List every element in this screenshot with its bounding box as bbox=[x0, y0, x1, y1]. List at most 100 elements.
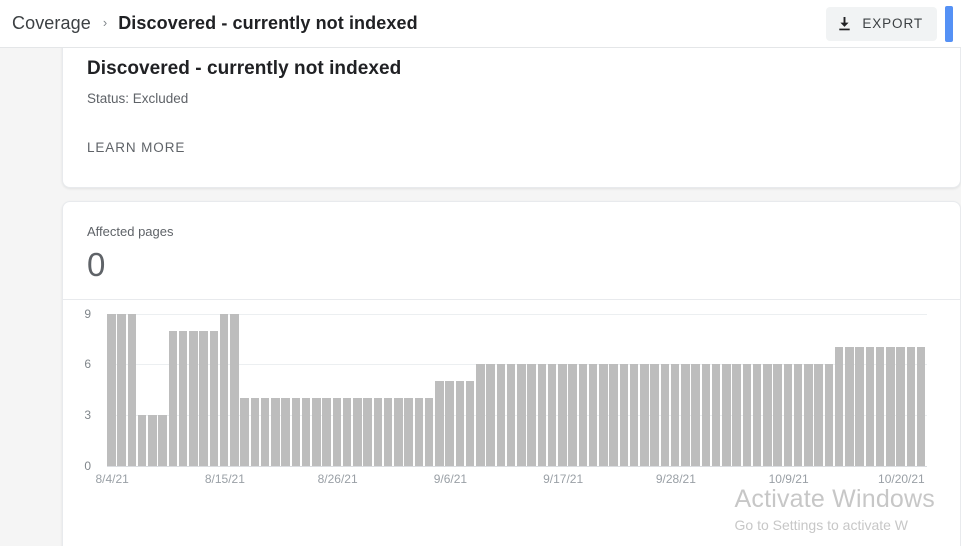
bar[interactable] bbox=[640, 364, 649, 466]
bar[interactable] bbox=[588, 364, 598, 466]
chart-bars[interactable] bbox=[107, 300, 927, 466]
bar[interactable] bbox=[281, 398, 290, 466]
bar[interactable] bbox=[814, 364, 823, 466]
metric-value: 0 bbox=[87, 246, 106, 283]
bar[interactable] bbox=[783, 364, 793, 466]
bar[interactable] bbox=[414, 398, 424, 466]
bar-chart[interactable]: 0 3 6 9 8/4/21 8/15/21 8/26/21 9/6/21 9/17/21 9/… bbox=[63, 300, 960, 546]
x-tick-label: 8/4/21 bbox=[95, 472, 129, 486]
bar[interactable] bbox=[107, 313, 116, 466]
bar[interactable] bbox=[137, 415, 147, 466]
bar[interactable] bbox=[189, 330, 198, 466]
bar[interactable] bbox=[537, 364, 547, 466]
bar[interactable] bbox=[178, 330, 188, 466]
bar[interactable] bbox=[763, 364, 772, 466]
bar[interactable] bbox=[732, 364, 741, 466]
bar[interactable] bbox=[291, 398, 301, 466]
bar[interactable] bbox=[455, 381, 465, 466]
bar[interactable] bbox=[804, 364, 813, 466]
x-tick-label: 9/17/21 bbox=[543, 472, 584, 486]
y-tick-label-0: 0 bbox=[84, 459, 91, 473]
bar[interactable] bbox=[250, 398, 260, 466]
bar[interactable] bbox=[353, 398, 362, 466]
bar[interactable] bbox=[199, 330, 208, 466]
chart-plot-area[interactable]: 0 3 6 9 8/4/21 8/15/21 8/26/21 9/6/21 9/17/21 9/… bbox=[63, 300, 960, 546]
bar[interactable] bbox=[701, 364, 711, 466]
bar[interactable] bbox=[404, 398, 413, 466]
bar[interactable] bbox=[773, 364, 782, 466]
bar[interactable] bbox=[342, 398, 352, 466]
bar[interactable] bbox=[824, 364, 834, 466]
bar[interactable] bbox=[722, 364, 731, 466]
bar[interactable] bbox=[793, 364, 803, 466]
export-button[interactable]: EXPORT bbox=[826, 6, 937, 41]
bar[interactable] bbox=[394, 398, 403, 466]
bar[interactable] bbox=[168, 330, 178, 466]
bar[interactable] bbox=[383, 398, 393, 466]
breadcrumb-link-coverage[interactable]: Coverage bbox=[12, 13, 91, 34]
bar[interactable] bbox=[568, 364, 577, 466]
bar[interactable] bbox=[373, 398, 383, 466]
bar[interactable] bbox=[260, 398, 270, 466]
bar[interactable] bbox=[834, 347, 844, 466]
bar[interactable] bbox=[681, 364, 690, 466]
issue-title: Discovered - currently not indexed bbox=[87, 58, 402, 79]
bar[interactable] bbox=[855, 347, 864, 466]
bar[interactable] bbox=[916, 347, 926, 466]
bar[interactable] bbox=[424, 398, 434, 466]
bar[interactable] bbox=[875, 347, 885, 466]
bar[interactable] bbox=[363, 398, 372, 466]
bar[interactable] bbox=[670, 364, 680, 466]
bar[interactable] bbox=[209, 330, 219, 466]
bar[interactable] bbox=[158, 415, 167, 466]
y-tick-label-3: 3 bbox=[84, 408, 91, 423]
bar[interactable] bbox=[691, 364, 700, 466]
accent-edge-indicator[interactable] bbox=[945, 5, 953, 42]
bar[interactable] bbox=[619, 364, 629, 466]
bar[interactable] bbox=[322, 398, 331, 466]
bar[interactable] bbox=[445, 381, 454, 466]
bar[interactable] bbox=[599, 364, 608, 466]
bar[interactable] bbox=[219, 313, 229, 466]
bar[interactable] bbox=[742, 364, 752, 466]
bar[interactable] bbox=[148, 415, 157, 466]
bar[interactable] bbox=[660, 364, 670, 466]
y-axis-ticks: 0 3 6 9 bbox=[67, 300, 91, 546]
bar[interactable] bbox=[865, 347, 875, 466]
bar[interactable] bbox=[517, 364, 526, 466]
bar[interactable] bbox=[476, 364, 485, 466]
bar[interactable] bbox=[527, 364, 536, 466]
bar[interactable] bbox=[240, 398, 249, 466]
bar[interactable] bbox=[230, 313, 239, 466]
bar[interactable] bbox=[558, 364, 567, 466]
chevron-right-icon: › bbox=[102, 15, 108, 30]
bar[interactable] bbox=[547, 364, 557, 466]
bar[interactable] bbox=[301, 398, 311, 466]
bar[interactable] bbox=[609, 364, 618, 466]
bar[interactable] bbox=[752, 364, 762, 466]
x-tick-label: 8/26/21 bbox=[317, 472, 358, 486]
bar[interactable] bbox=[435, 381, 444, 466]
bar[interactable] bbox=[906, 347, 916, 466]
bar[interactable] bbox=[578, 364, 588, 466]
bar[interactable] bbox=[332, 398, 342, 466]
bar[interactable] bbox=[496, 364, 506, 466]
affected-pages-chart-card: Affected pages 0 0 3 6 9 8/4/21 8/15/21 8/26/… bbox=[62, 201, 961, 546]
breadcrumb: Coverage › Discovered - currently not in… bbox=[12, 13, 418, 34]
bar[interactable] bbox=[896, 347, 905, 466]
bar[interactable] bbox=[886, 347, 895, 466]
bar[interactable] bbox=[845, 347, 854, 466]
x-tick-label: 10/9/21 bbox=[768, 472, 809, 486]
bar[interactable] bbox=[711, 364, 721, 466]
bar[interactable] bbox=[506, 364, 516, 466]
bar[interactable] bbox=[127, 313, 137, 466]
bar[interactable] bbox=[486, 364, 495, 466]
bar[interactable] bbox=[465, 381, 475, 466]
bar[interactable] bbox=[271, 398, 280, 466]
bar[interactable] bbox=[629, 364, 639, 466]
bar[interactable] bbox=[312, 398, 321, 466]
bar[interactable] bbox=[650, 364, 659, 466]
bar[interactable] bbox=[117, 313, 126, 466]
learn-more-link[interactable]: LEARN MORE bbox=[87, 140, 185, 155]
x-tick-label: 10/20/21 bbox=[878, 472, 925, 486]
